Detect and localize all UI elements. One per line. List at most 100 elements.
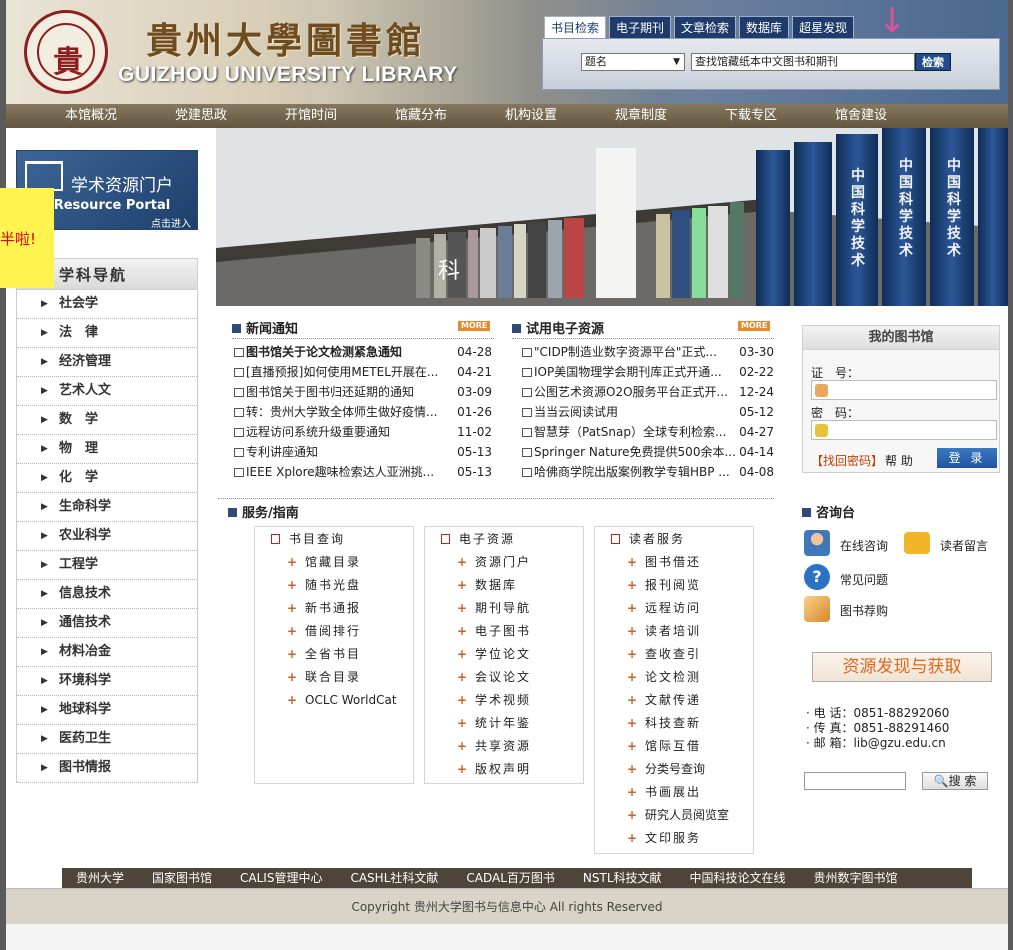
trial-item[interactable]: "CIDP制造业数字资源平台"正式... 03-30	[522, 342, 774, 362]
login-button[interactable]: 登 录	[937, 448, 997, 468]
subject-item[interactable]: ▶ 数 学	[17, 406, 197, 435]
site-search-input[interactable]	[804, 772, 906, 790]
service-item[interactable]: + 学术视频	[425, 689, 583, 712]
nav-item-departments[interactable]: 机构设置	[476, 104, 586, 128]
footer-link[interactable]: 贵州数字图书馆	[800, 868, 912, 888]
service-item[interactable]: + 远程访问	[595, 597, 753, 620]
news-item[interactable]: 图书馆关于论文检测紧急通知 04-28	[234, 342, 492, 362]
news-more-link[interactable]: MORE	[458, 321, 491, 331]
footer-link[interactable]: NSTL科技文献	[569, 868, 676, 888]
service-item[interactable]: + 会议论文	[425, 666, 583, 689]
book-recommend-icon[interactable]	[804, 596, 830, 622]
service-item[interactable]: + 分类号查询	[595, 758, 753, 781]
service-item[interactable]: + 文献传递	[595, 689, 753, 712]
search-field-select[interactable]: 题名 ▼	[581, 53, 685, 71]
service-item[interactable]: + 学位论文	[425, 643, 583, 666]
nav-item-collection[interactable]: 馆藏分布	[366, 104, 476, 128]
trial-item[interactable]: 公图艺术资源O2O服务平台正式开... 12-24	[522, 382, 774, 402]
question-mark-icon[interactable]: ?	[804, 564, 830, 590]
trial-item[interactable]: 哈佛商学院出版案例教学专辑HBP ... 04-08	[522, 462, 774, 482]
footer-link[interactable]: CALIS管理中心	[226, 868, 336, 888]
trial-item[interactable]: Springer Nature免费提供500余本... 04-14	[522, 442, 774, 462]
nav-item-hours[interactable]: 开馆时间	[256, 104, 366, 128]
tab-ejournal[interactable]: 电子期刊	[609, 16, 672, 38]
service-item[interactable]: + 读者培训	[595, 620, 753, 643]
subject-item[interactable]: ▶ 工程学	[17, 551, 197, 580]
service-item[interactable]: + 全省书目	[255, 643, 413, 666]
service-item[interactable]: + 报刊阅览	[595, 574, 753, 597]
news-item[interactable]: [直播预报]如何使用METEL开展在... 04-21	[234, 362, 492, 382]
tab-database[interactable]: 数据库	[739, 16, 790, 38]
tab-catalog[interactable]: 书目检索	[544, 16, 607, 38]
subject-item[interactable]: ▶ 环境科学	[17, 667, 197, 696]
service-item[interactable]: + 资源门户	[425, 551, 583, 574]
service-item[interactable]: + 期刊导航	[425, 597, 583, 620]
footer-link[interactable]: CADAL百万图书	[452, 868, 569, 888]
service-item[interactable]: + 随书光盘	[255, 574, 413, 597]
subject-item[interactable]: ▶ 生命科学	[17, 493, 197, 522]
tab-article[interactable]: 文章检索	[674, 16, 737, 38]
subject-item[interactable]: ▶ 信息技术	[17, 580, 197, 609]
subject-item[interactable]: ▶ 经济管理	[17, 348, 197, 377]
trial-item[interactable]: 当当云阅读试用 05-12	[522, 402, 774, 422]
subject-item[interactable]: ▶ 法 律	[17, 319, 197, 348]
service-item[interactable]: + 馆藏目录	[255, 551, 413, 574]
service-item[interactable]: + 共享资源	[425, 735, 583, 758]
help-link[interactable]: 帮 助	[885, 452, 913, 469]
service-item[interactable]: + 数据库	[425, 574, 583, 597]
nav-item-building[interactable]: 馆舍建设	[806, 104, 916, 128]
envelope-icon[interactable]	[904, 532, 930, 554]
faq-link[interactable]: 常见问题	[840, 571, 888, 588]
service-item[interactable]: + 馆际互借	[595, 735, 753, 758]
footer-link[interactable]: 国家图书馆	[138, 868, 226, 888]
resource-discovery-banner[interactable]: 资源发现与获取	[812, 652, 992, 682]
service-item[interactable]: + 研究人员阅览室	[595, 804, 753, 827]
service-item[interactable]: + OCLC WorldCat	[255, 689, 413, 712]
service-item[interactable]: + 文印服务	[595, 827, 753, 850]
subject-item[interactable]: ▶ 农业科学	[17, 522, 197, 551]
footer-link[interactable]: 中国科技论文在线	[676, 868, 800, 888]
service-item[interactable]: + 借阅排行	[255, 620, 413, 643]
site-search-button[interactable]: 🔍搜 索	[922, 772, 988, 790]
subject-item[interactable]: ▶ 医药卫生	[17, 725, 197, 754]
service-item[interactable]: + 电子图书	[425, 620, 583, 643]
footer-link[interactable]: CASHL社科文献	[336, 868, 452, 888]
password-input[interactable]	[811, 420, 997, 440]
search-button[interactable]: 检索	[915, 53, 951, 71]
service-item[interactable]: + 新书通报	[255, 597, 413, 620]
subject-item[interactable]: ▶ 图书情报	[17, 754, 197, 783]
subject-item[interactable]: ▶ 材料冶金	[17, 638, 197, 667]
news-item[interactable]: 图书馆关于图书归还延期的通知 03-09	[234, 382, 492, 402]
news-item[interactable]: 远程访问系统升级重要通知 11-02	[234, 422, 492, 442]
news-item[interactable]: IEEE Xplore趣味检索达人亚洲挑... 05-13	[234, 462, 492, 482]
trial-more-link[interactable]: MORE	[738, 321, 771, 331]
service-item[interactable]: + 论文检测	[595, 666, 753, 689]
service-item[interactable]: + 书画展出	[595, 781, 753, 804]
tab-chaoxing[interactable]: 超星发现	[792, 16, 855, 38]
nav-item-downloads[interactable]: 下载专区	[696, 104, 806, 128]
subject-item[interactable]: ▶ 社会学	[17, 290, 197, 319]
subject-item[interactable]: ▶ 艺术人文	[17, 377, 197, 406]
search-input[interactable]: 查找馆藏纸本中文图书和期刊	[691, 53, 915, 71]
service-item[interactable]: + 查收查引	[595, 643, 753, 666]
subject-item[interactable]: ▶ 通信技术	[17, 609, 197, 638]
service-item[interactable]: + 科技查新	[595, 712, 753, 735]
forgot-password-link[interactable]: 【找回密码】	[811, 452, 883, 469]
card-number-input[interactable]	[811, 380, 997, 400]
service-item[interactable]: + 统计年鉴	[425, 712, 583, 735]
trial-item[interactable]: IOP美国物理学会期刊库正式开通... 02-22	[522, 362, 774, 382]
service-item[interactable]: + 联合目录	[255, 666, 413, 689]
trial-item[interactable]: 智慧芽（PatSnap）全球专利检索... 04-27	[522, 422, 774, 442]
portal-enter-link[interactable]: 点击进入	[151, 215, 191, 230]
university-seal-logo[interactable]: 貴	[24, 10, 108, 94]
news-item[interactable]: 专利讲座通知 05-13	[234, 442, 492, 462]
book-recommend-link[interactable]: 图书荐购	[840, 602, 888, 619]
subject-item[interactable]: ▶ 化 学	[17, 464, 197, 493]
service-item[interactable]: + 图书借还	[595, 551, 753, 574]
service-item[interactable]: + 版权声明	[425, 758, 583, 781]
nav-item-rules[interactable]: 规章制度	[586, 104, 696, 128]
online-consult-icon[interactable]	[804, 530, 830, 556]
nav-item-party[interactable]: 党建思政	[146, 104, 256, 128]
subject-item[interactable]: ▶ 物 理	[17, 435, 197, 464]
nav-item-overview[interactable]: 本馆概况	[36, 104, 146, 128]
